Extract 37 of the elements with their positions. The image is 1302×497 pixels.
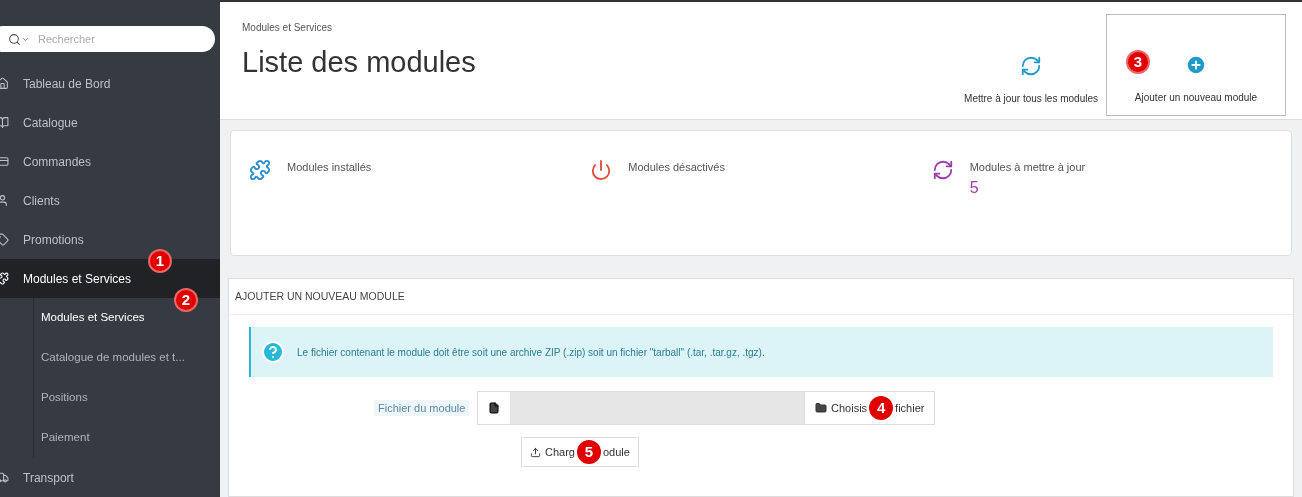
- page-title: Liste des modules: [242, 45, 476, 80]
- submenu-item[interactable]: Catalogue de modules et t...: [34, 338, 187, 378]
- number-badge: 5: [576, 440, 601, 464]
- stat-label: Modules à mettre à jour: [969, 160, 1086, 175]
- puzzle-icon: [249, 159, 271, 181]
- breadcrumb: Modules et Services: [242, 21, 334, 35]
- menu-item[interactable]: Tableau de Bord: [0, 64, 220, 103]
- upload-icon: [530, 446, 541, 458]
- power-icon: [590, 159, 613, 181]
- search-input[interactable]: Rechercher: [38, 30, 178, 48]
- number-badge: 3: [1126, 50, 1150, 74]
- help-icon: [261, 340, 285, 364]
- info-alert: Le fichier contenant le module doit être soit une archive ZIP (.zip) soit un fichier "tarball" (.tar, .tar.gz, .tgz).: [249, 327, 1273, 377]
- number-badge: 2: [174, 288, 198, 312]
- stat-label: Modules désactivés: [628, 160, 725, 175]
- menu-item[interactable]: Catalogue: [0, 103, 220, 142]
- folder-icon: [815, 402, 827, 414]
- stat-label: Modules installés: [287, 160, 372, 175]
- menu-item[interactable]: Transport: [0, 458, 220, 497]
- panel-heading: AJOUTER UN NOUVEAU MODULE: [229, 279, 1293, 315]
- submenu-item[interactable]: Positions: [34, 378, 90, 418]
- number-badge: 1: [148, 249, 172, 273]
- file-field[interactable]: Choisis 4 fichier: [477, 391, 936, 425]
- field-label: Fichier du module: [374, 399, 470, 417]
- submenu-item[interactable]: Modules et Services: [34, 298, 147, 338]
- submenu-item[interactable]: Paiement: [34, 418, 92, 458]
- add-icon: [1185, 54, 1207, 76]
- search-icon: [8, 32, 30, 46]
- number-badge: 4: [869, 396, 894, 420]
- update-all-button[interactable]: Mettre à jour tous les modules: [962, 14, 1100, 116]
- menu-item[interactable]: Clients: [0, 181, 220, 220]
- upload-module-button[interactable]: Charg 5 odule: [521, 437, 639, 467]
- refresh-icon: [931, 159, 954, 181]
- search-field[interactable]: Rechercher: [0, 26, 215, 52]
- stat-value: 5: [969, 177, 980, 198]
- refresh-icon: [1020, 55, 1042, 77]
- menu-item[interactable]: Commandes: [0, 142, 220, 181]
